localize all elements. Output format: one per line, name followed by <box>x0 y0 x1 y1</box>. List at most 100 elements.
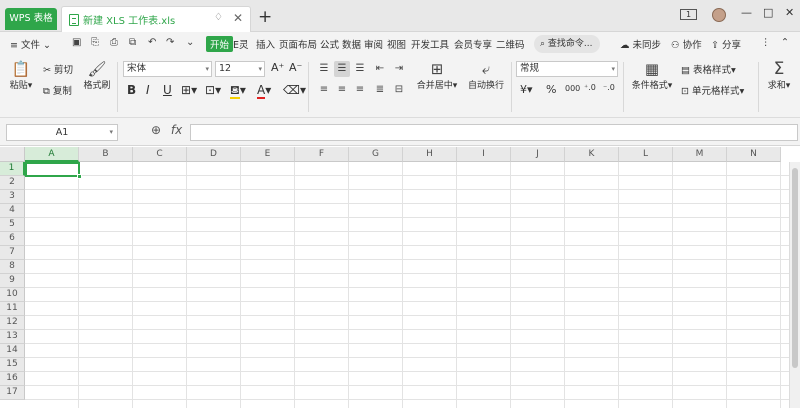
increase-decimal-button[interactable]: ⁺.0 <box>584 83 596 92</box>
window-count-badge[interactable]: 1 <box>680 9 697 20</box>
row-header[interactable]: 10 <box>0 288 25 302</box>
thousands-separator-button[interactable]: 000 <box>565 84 580 93</box>
collapse-ribbon-icon[interactable]: ⌃ <box>781 37 789 48</box>
fill-color-button[interactable]: ⛾▾ <box>230 83 246 99</box>
tab-page-layout[interactable]: 页面布局 <box>279 37 317 51</box>
tab-review[interactable]: 审阅 <box>364 37 383 51</box>
row-header[interactable]: 2 <box>0 176 25 190</box>
cell-shading-button[interactable]: ⊡▾ <box>205 83 221 97</box>
decrease-decimal-button[interactable]: ⁻.0 <box>603 83 615 92</box>
conditional-format-button[interactable]: ▦ 条件格式▾ <box>629 60 675 91</box>
borders-button[interactable]: ⊞▾ <box>181 83 197 97</box>
paste-button[interactable]: 📋 粘贴▾ <box>7 60 35 91</box>
row-header[interactable]: 7 <box>0 246 25 260</box>
font-size-select[interactable]: 12 ▾ <box>215 61 265 77</box>
undo-icon[interactable]: ↶ <box>148 37 156 48</box>
tab-formulas[interactable]: 公式 <box>320 37 339 51</box>
copy-button[interactable]: ⧉ 复制 <box>43 83 72 97</box>
column-header[interactable]: D <box>187 147 241 162</box>
tab-home[interactable]: 开始 <box>206 36 234 52</box>
align-right-button[interactable]: ≡ <box>352 82 368 98</box>
row-header[interactable]: 4 <box>0 204 25 218</box>
font-family-select[interactable]: 宋体 ▾ <box>123 61 212 77</box>
export-pdf-icon[interactable]: ⎘ <box>91 37 99 48</box>
command-search[interactable]: ⌕ 查找命令... <box>534 35 600 53</box>
column-header[interactable]: H <box>403 147 457 162</box>
save-icon[interactable]: ▣ <box>72 37 81 48</box>
row-header[interactable]: 6 <box>0 232 25 246</box>
row-header[interactable]: 11 <box>0 302 25 316</box>
percent-format-button[interactable]: % <box>546 83 556 96</box>
print-icon[interactable]: ⎙ <box>110 37 118 48</box>
distributed-align-button[interactable]: ⊟ <box>391 82 407 98</box>
row-header[interactable]: 13 <box>0 330 25 344</box>
minimize-icon[interactable]: — <box>741 6 752 19</box>
row-header[interactable]: 3 <box>0 190 25 204</box>
column-header[interactable]: J <box>511 147 565 162</box>
formula-input[interactable] <box>190 124 798 141</box>
align-center-button[interactable]: ≡ <box>334 82 350 98</box>
insert-function-icon[interactable]: fx <box>171 123 182 137</box>
wrap-text-button[interactable]: ⤶ 自动换行 <box>466 60 506 91</box>
tab-e-ling[interactable]: E灵 <box>233 37 249 51</box>
row-header[interactable]: 16 <box>0 372 25 386</box>
new-tab-button[interactable]: + <box>258 7 272 27</box>
column-header[interactable]: C <box>133 147 187 162</box>
column-header[interactable]: N <box>727 147 781 162</box>
tab-view[interactable]: 视图 <box>387 37 406 51</box>
column-header[interactable]: L <box>619 147 673 162</box>
align-left-button[interactable]: ≡ <box>316 82 332 98</box>
cut-button[interactable]: ✂ 剪切 <box>43 62 73 76</box>
zoom-search-icon[interactable]: ⊕ <box>151 123 161 137</box>
column-header[interactable]: E <box>241 147 295 162</box>
file-menu[interactable]: ≡ 文件 ⌄ <box>10 37 51 51</box>
tab-data[interactable]: 数据 <box>342 37 361 51</box>
column-header[interactable]: B <box>79 147 133 162</box>
column-header[interactable]: K <box>565 147 619 162</box>
column-header[interactable]: F <box>295 147 349 162</box>
row-header[interactable]: 17 <box>0 386 25 400</box>
print-preview-icon[interactable]: ⧉ <box>129 37 136 48</box>
more-menu-icon[interactable]: ⋮ <box>761 37 771 48</box>
row-header[interactable]: 5 <box>0 218 25 232</box>
tab-developer[interactable]: 开发工具 <box>411 37 449 51</box>
align-middle-button[interactable]: ☰ <box>334 61 350 77</box>
align-top-button[interactable]: ☰ <box>316 61 332 77</box>
grow-font-button[interactable]: A⁺ <box>271 61 284 74</box>
row-header[interactable]: 1 <box>0 162 25 176</box>
fill-handle[interactable] <box>77 174 82 179</box>
row-header[interactable]: 14 <box>0 344 25 358</box>
column-header[interactable]: A <box>25 147 79 162</box>
app-tab[interactable]: WPS 表格 <box>5 8 57 30</box>
document-tab[interactable]: 新建 XLS 工作表.xls ♢ ✕ <box>61 6 251 32</box>
clear-format-button[interactable]: ⌫▾ <box>283 83 306 97</box>
merge-center-button[interactable]: ⊞ 合并居中▾ <box>414 60 460 91</box>
align-bottom-button[interactable]: ☰ <box>352 61 368 77</box>
decrease-indent-button[interactable]: ⇤ <box>372 61 388 77</box>
sync-status-button[interactable]: ☁ 未同步 <box>620 37 661 51</box>
bold-button[interactable]: B <box>127 83 136 97</box>
column-header[interactable]: M <box>673 147 727 162</box>
increase-indent-button[interactable]: ⇥ <box>391 61 407 77</box>
font-color-button[interactable]: A▾ <box>257 83 271 99</box>
column-header[interactable]: G <box>349 147 403 162</box>
select-all-corner[interactable] <box>0 147 25 162</box>
tab-qrcode[interactable]: 二维码 <box>496 37 525 51</box>
close-tab-icon[interactable]: ✕ <box>233 11 243 25</box>
row-header[interactable]: 12 <box>0 316 25 330</box>
user-avatar[interactable] <box>712 8 726 22</box>
italic-button[interactable]: I <box>146 83 150 97</box>
column-header[interactable]: I <box>457 147 511 162</box>
share-button[interactable]: ⇪ 分享 <box>711 37 741 51</box>
tab-insert[interactable]: 插入 <box>256 37 275 51</box>
name-box[interactable]: A1 ▾ <box>6 124 118 141</box>
format-painter-button[interactable]: 🖌 格式刷 <box>82 60 112 91</box>
vertical-scrollbar[interactable] <box>789 162 800 408</box>
underline-button[interactable]: U <box>163 83 172 97</box>
collaborate-button[interactable]: ⚇ 协作 <box>671 37 702 51</box>
row-header[interactable]: 15 <box>0 358 25 372</box>
row-header[interactable]: 9 <box>0 274 25 288</box>
pin-tab-icon[interactable]: ♢ <box>214 12 223 23</box>
sum-button[interactable]: Σ 求和▾ <box>764 60 794 91</box>
row-header[interactable]: 8 <box>0 260 25 274</box>
